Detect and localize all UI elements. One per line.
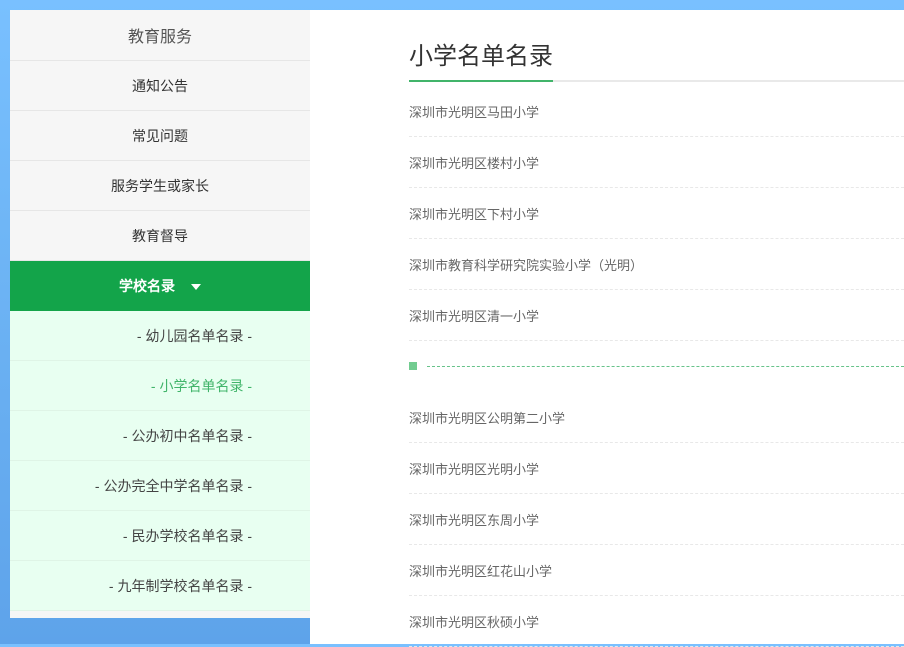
submenu-item-public-junior[interactable]: - 公办初中名单名录 -	[10, 411, 310, 461]
submenu-item-nine-year[interactable]: - 九年制学校名单名录 -	[10, 561, 310, 611]
sidebar-item-label: 教育督导	[132, 227, 188, 244]
sidebar-item-school-directory[interactable]: 学校名录	[10, 261, 310, 311]
sidebar-item-label: 服务学生或家长	[111, 177, 209, 194]
school-list: 深圳市光明区马田小学 深圳市光明区楼村小学 深圳市光明区下村小学 深圳市教育科学…	[409, 86, 904, 647]
list-item[interactable]: 深圳市教育科学研究院实验小学（光明）	[409, 239, 904, 290]
school-name: 深圳市光明区清一小学	[409, 308, 540, 324]
sidebar-header-label: 教育服务	[127, 29, 192, 46]
list-divider	[409, 341, 904, 392]
chevron-down-icon	[191, 284, 201, 290]
list-item[interactable]: 深圳市光明区红花山小学	[409, 545, 904, 596]
list-item[interactable]: 深圳市光明区秋硕小学	[409, 596, 904, 647]
sidebar-item-label: 常见问题	[132, 127, 188, 144]
submenu-item-kindergarten[interactable]: - 幼儿园名单名录 -	[10, 311, 310, 361]
divider-square-icon	[409, 362, 417, 370]
school-name: 深圳市教育科学研究院实验小学（光明）	[409, 257, 644, 273]
sidebar-item-notices[interactable]: 通知公告	[10, 61, 310, 111]
school-name: 深圳市光明区秋硕小学	[409, 614, 540, 630]
sidebar-item-supervision[interactable]: 教育督导	[10, 211, 310, 261]
divider-line	[427, 366, 904, 367]
list-item[interactable]: 深圳市光明区光明小学	[409, 443, 904, 494]
school-name: 深圳市光明区马田小学	[409, 104, 540, 120]
main-content: 小学名单名录 深圳市光明区马田小学 深圳市光明区楼村小学 深圳市光明区下村小学 …	[310, 10, 904, 647]
school-name: 深圳市光明区东周小学	[409, 512, 540, 528]
submenu-item-label: - 幼儿园名单名录 -	[136, 327, 252, 344]
submenu-item-label: - 民办学校名单名录 -	[122, 527, 252, 544]
school-name: 深圳市光明区红花山小学	[409, 563, 553, 579]
list-item[interactable]: 深圳市光明区马田小学	[409, 86, 904, 137]
school-name: 深圳市光明区下村小学	[409, 206, 540, 222]
submenu-item-label: - 九年制学校名单名录 -	[108, 577, 252, 594]
school-name: 深圳市光明区楼村小学	[409, 155, 540, 171]
sidebar-item-faq[interactable]: 常见问题	[10, 111, 310, 161]
page-title: 小学名单名录	[409, 34, 553, 82]
sidebar-item-label: 通知公告	[132, 77, 188, 94]
submenu-item-label: - 公办完全中学名单名录 -	[94, 477, 252, 494]
submenu-item-label: - 公办初中名单名录 -	[122, 427, 252, 444]
list-item[interactable]: 深圳市光明区东周小学	[409, 494, 904, 545]
submenu-item-private[interactable]: - 民办学校名单名录 -	[10, 511, 310, 561]
sidebar-item-label: 学校名录	[119, 278, 175, 294]
title-bar: 小学名单名录	[409, 34, 904, 82]
list-item[interactable]: 深圳市光明区公明第二小学	[409, 392, 904, 443]
school-name: 深圳市光明区光明小学	[409, 461, 540, 477]
sidebar-item-service[interactable]: 服务学生或家长	[10, 161, 310, 211]
submenu-item-label: - 小学名单名录 -	[150, 377, 252, 394]
list-item[interactable]: 深圳市光明区楼村小学	[409, 137, 904, 188]
submenu-item-public-complete-middle[interactable]: - 公办完全中学名单名录 -	[10, 461, 310, 511]
list-item[interactable]: 深圳市光明区下村小学	[409, 188, 904, 239]
sidebar: 教育服务 通知公告 常见问题 服务学生或家长 教育督导 学校名录 - 幼儿园名单…	[10, 10, 310, 618]
sidebar-header: 教育服务	[10, 10, 310, 61]
submenu-item-primary[interactable]: - 小学名单名录 -	[10, 361, 310, 411]
list-item[interactable]: 深圳市光明区清一小学	[409, 290, 904, 341]
submenu: - 幼儿园名单名录 - - 小学名单名录 - - 公办初中名单名录 - - 公办…	[10, 311, 310, 611]
school-name: 深圳市光明区公明第二小学	[409, 410, 566, 426]
